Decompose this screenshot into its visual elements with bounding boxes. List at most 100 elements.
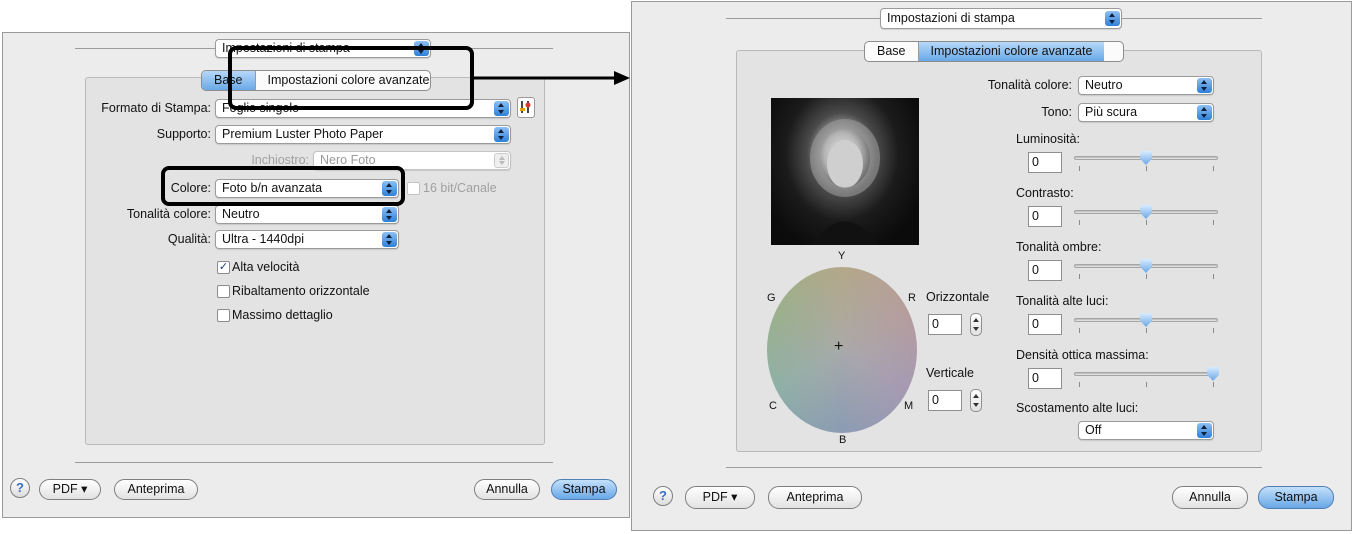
left-pdf-button[interactable]: PDF ▾ [39, 479, 101, 500]
slider-value-field[interactable]: 0 [1028, 260, 1062, 281]
slider-tick [1146, 220, 1147, 225]
vertical-field[interactable]: 0 [928, 390, 962, 411]
color-highlight-box [161, 166, 405, 206]
high-speed-label: Alta velocità [232, 260, 300, 274]
popup-arrows-icon [382, 207, 397, 222]
wheel-label-y: Y [838, 250, 846, 262]
adjustment-slider[interactable] [1074, 313, 1218, 335]
ink-label: Inchiostro: [251, 153, 309, 167]
slider-tick [1079, 274, 1080, 279]
slider-label: Tonalità alte luci: [1016, 294, 1109, 308]
quality-popup[interactable]: Ultra - 1440dpi [215, 230, 399, 249]
right-pdf-button[interactable]: PDF ▾ [685, 486, 755, 509]
left-help-button[interactable]: ? [10, 478, 30, 498]
left-print-button[interactable]: Stampa [551, 479, 617, 500]
adjustment-slider[interactable] [1074, 259, 1218, 281]
right-tab-base[interactable]: Base [865, 42, 919, 61]
arrow-connector [474, 71, 630, 85]
flip-horizontal-label: Ribaltamento orizzontale [232, 284, 370, 298]
left-cancel-button[interactable]: Annulla [474, 479, 540, 500]
wheel-label-b: B [839, 434, 847, 446]
popup-arrows-icon [1197, 78, 1212, 93]
slider-tick [1213, 274, 1214, 279]
popup-arrows-icon [382, 232, 397, 247]
slider-knob[interactable] [1140, 259, 1152, 273]
right-print-button[interactable]: Stampa [1258, 486, 1334, 509]
slider-tick [1213, 166, 1214, 171]
right-tab-advanced-color[interactable]: Impostazioni colore avanzate [918, 42, 1105, 61]
adjustment-slider[interactable] [1074, 205, 1218, 227]
left-bottom-divider [75, 462, 553, 463]
slider-tick [1146, 274, 1147, 279]
highlight-offset-popup[interactable]: Off [1078, 421, 1214, 440]
finest-detail-checkbox[interactable] [217, 309, 230, 322]
slider-value-field[interactable]: 0 [1028, 206, 1062, 227]
wheel-label-r: R [908, 292, 916, 304]
slider-knob[interactable] [1207, 367, 1219, 381]
finest-detail-label: Massimo dettaglio [232, 308, 333, 322]
right-preview-button[interactable]: Anteprima [768, 486, 862, 509]
right-preset-popup[interactable]: Impostazioni di stampa [880, 8, 1122, 29]
tone-color-popup[interactable]: Neutro [215, 205, 399, 224]
paper-settings-icon[interactable] [517, 97, 535, 118]
quality-value: Ultra - 1440dpi [222, 232, 304, 246]
vertical-stepper[interactable] [970, 389, 982, 412]
slider-tick [1213, 382, 1214, 387]
sixteen-bit-label: 16 bit/Canale [423, 181, 497, 195]
paper-format-label: Formato di Stampa: [101, 101, 211, 115]
slider-value-field[interactable]: 0 [1028, 152, 1062, 173]
slider-label: Contrasto: [1016, 186, 1074, 200]
popup-arrows-icon [1197, 105, 1212, 120]
popup-arrows-icon [494, 127, 509, 142]
right-cancel-button[interactable]: Annulla [1172, 486, 1248, 509]
vertical-label: Verticale [926, 366, 974, 380]
slider-tick [1213, 220, 1214, 225]
right-bottom-divider [726, 467, 1262, 468]
wheel-label-m: M [904, 400, 914, 412]
slider-tick [1146, 166, 1147, 171]
popup-arrows-icon [494, 101, 509, 116]
quality-label: Qualità: [167, 232, 211, 246]
popup-arrows-icon [494, 153, 509, 168]
wheel-label-c: C [769, 400, 777, 412]
highlight-offset-label: Scostamento alte luci: [1016, 401, 1139, 415]
slider-track [1074, 372, 1218, 376]
right-print-dialog: Impostazioni di stampa Base Impostazioni… [631, 1, 1352, 531]
slider-knob[interactable] [1140, 205, 1152, 219]
slider-tick [1146, 328, 1147, 333]
adjustment-slider[interactable] [1074, 367, 1219, 389]
tone-label: Tono: [1041, 105, 1072, 119]
slider-value-field[interactable]: 0 [1028, 368, 1062, 389]
left-preview-button[interactable]: Anteprima [114, 479, 198, 500]
slider-value-field[interactable]: 0 [1028, 314, 1062, 335]
ink-value: Nero Foto [320, 153, 376, 167]
wheel-label-g: G [767, 292, 776, 304]
right-help-button[interactable]: ? [653, 486, 673, 506]
popup-arrows-icon [1105, 11, 1120, 26]
slider-knob[interactable] [1140, 313, 1152, 327]
tone-popup[interactable]: Più scura [1078, 103, 1214, 122]
horizontal-field[interactable]: 0 [928, 314, 962, 335]
horizontal-label: Orizzontale [926, 290, 990, 304]
tone-value: Più scura [1085, 105, 1138, 119]
high-speed-checkbox[interactable]: ✓ [217, 261, 230, 274]
flip-horizontal-checkbox[interactable] [217, 285, 230, 298]
slider-tick [1079, 328, 1080, 333]
slider-tick [1079, 166, 1080, 171]
tone-color-popup-adv[interactable]: Neutro [1078, 76, 1214, 95]
preview-photo [771, 98, 919, 245]
adjustment-slider[interactable] [1074, 151, 1218, 173]
slider-knob[interactable] [1140, 151, 1152, 165]
horizontal-stepper[interactable] [970, 313, 982, 336]
slider-tick [1146, 382, 1147, 387]
slider-tick [1079, 220, 1080, 225]
wheel-center-crosshair[interactable]: + [834, 338, 843, 356]
tone-color-label-adv: Tonalità colore: [987, 78, 1072, 92]
media-popup[interactable]: Premium Luster Photo Paper [215, 125, 511, 144]
slider-label: Tonalità ombre: [1016, 240, 1102, 254]
slider-tick [1213, 328, 1214, 333]
popup-arrows-icon [1197, 423, 1212, 438]
tone-color-value-adv: Neutro [1085, 78, 1123, 92]
slider-tick [1079, 382, 1080, 387]
tab-highlight-box [228, 46, 474, 110]
